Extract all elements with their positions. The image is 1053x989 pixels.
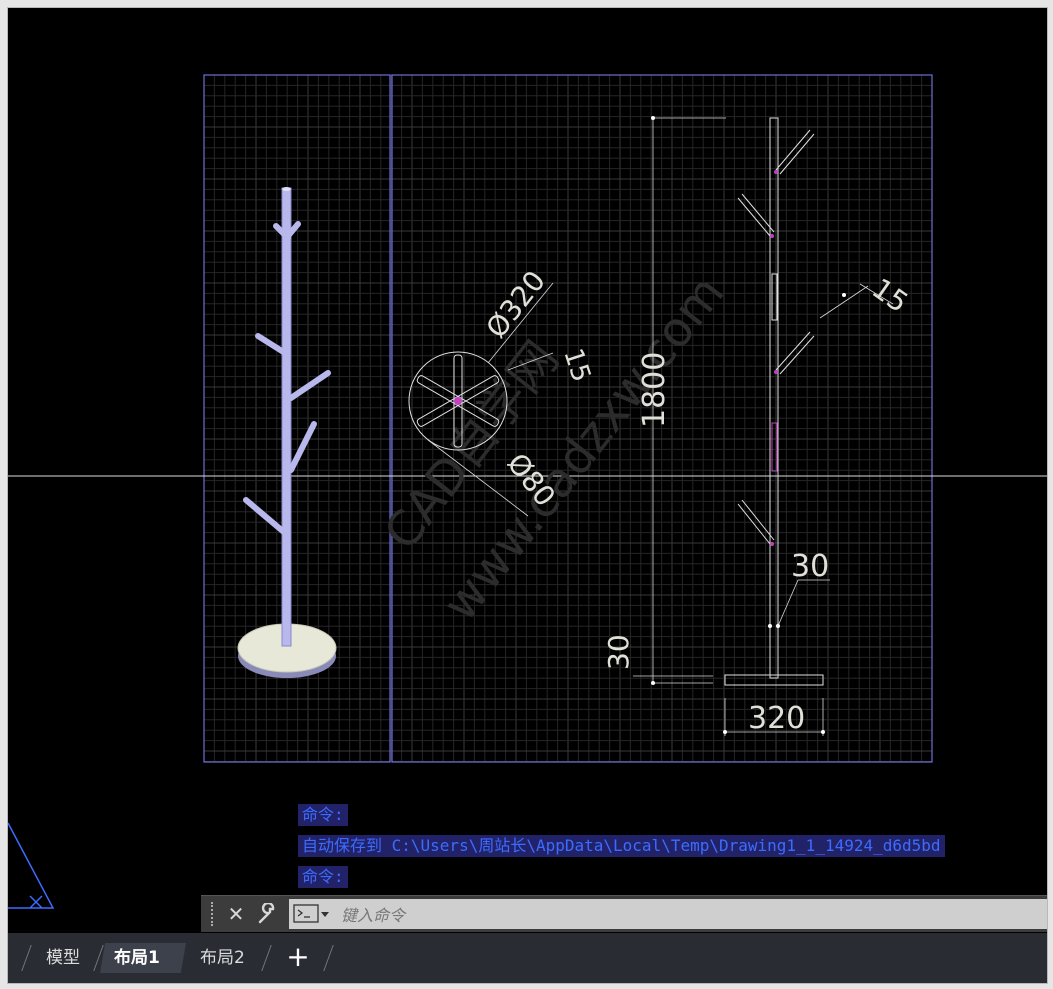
command-input-box[interactable] xyxy=(289,899,1047,931)
rack-pole xyxy=(281,187,292,647)
tab-separator xyxy=(261,945,272,971)
wrench-icon[interactable] xyxy=(255,900,281,928)
rack-pole-top xyxy=(282,187,291,191)
drawing-area[interactable]: CAD自学网 www.cadzxw.com Ø320 Ø80 15 1800 3… xyxy=(7,7,1048,984)
tab-separator xyxy=(323,945,334,971)
tab-separator xyxy=(21,945,32,971)
elevation-view[interactable]: 1800 30 15 30 320 xyxy=(602,116,914,736)
ucs-icon xyxy=(8,822,55,909)
tab-model[interactable]: 模型 xyxy=(32,943,94,973)
command-history-line-1: 命令: xyxy=(298,804,348,826)
add-layout-icon[interactable]: + xyxy=(284,941,312,973)
command-history-line-2: 自动保存到 C:\Users\周站长\AppData\Local\Temp\Dr… xyxy=(298,835,945,857)
command-prompt-icon[interactable] xyxy=(293,903,333,925)
layout-tab-bar: 模型 布局1 布局2 + xyxy=(8,933,1047,983)
tab-layout1[interactable]: 布局1 xyxy=(100,943,186,973)
command-history-line-3: 命令: xyxy=(298,866,348,888)
drag-handle[interactable] xyxy=(211,902,215,926)
dim-thickness-15-left: 15 xyxy=(557,345,596,386)
dim-base-width-320: 320 xyxy=(748,701,805,736)
dim-pole-width-30: 30 xyxy=(791,549,829,584)
dim-thickness-15-right: 15 xyxy=(866,272,914,319)
command-line-bar: ✕ xyxy=(201,895,1047,932)
close-icon[interactable]: ✕ xyxy=(223,900,249,928)
dim-height-1800: 1800 xyxy=(637,352,672,428)
coat-rack-3d[interactable] xyxy=(237,187,337,678)
command-input[interactable] xyxy=(339,899,1033,931)
tab-layout2[interactable]: 布局2 xyxy=(186,943,259,973)
dim-base-height-30: 30 xyxy=(602,634,635,670)
